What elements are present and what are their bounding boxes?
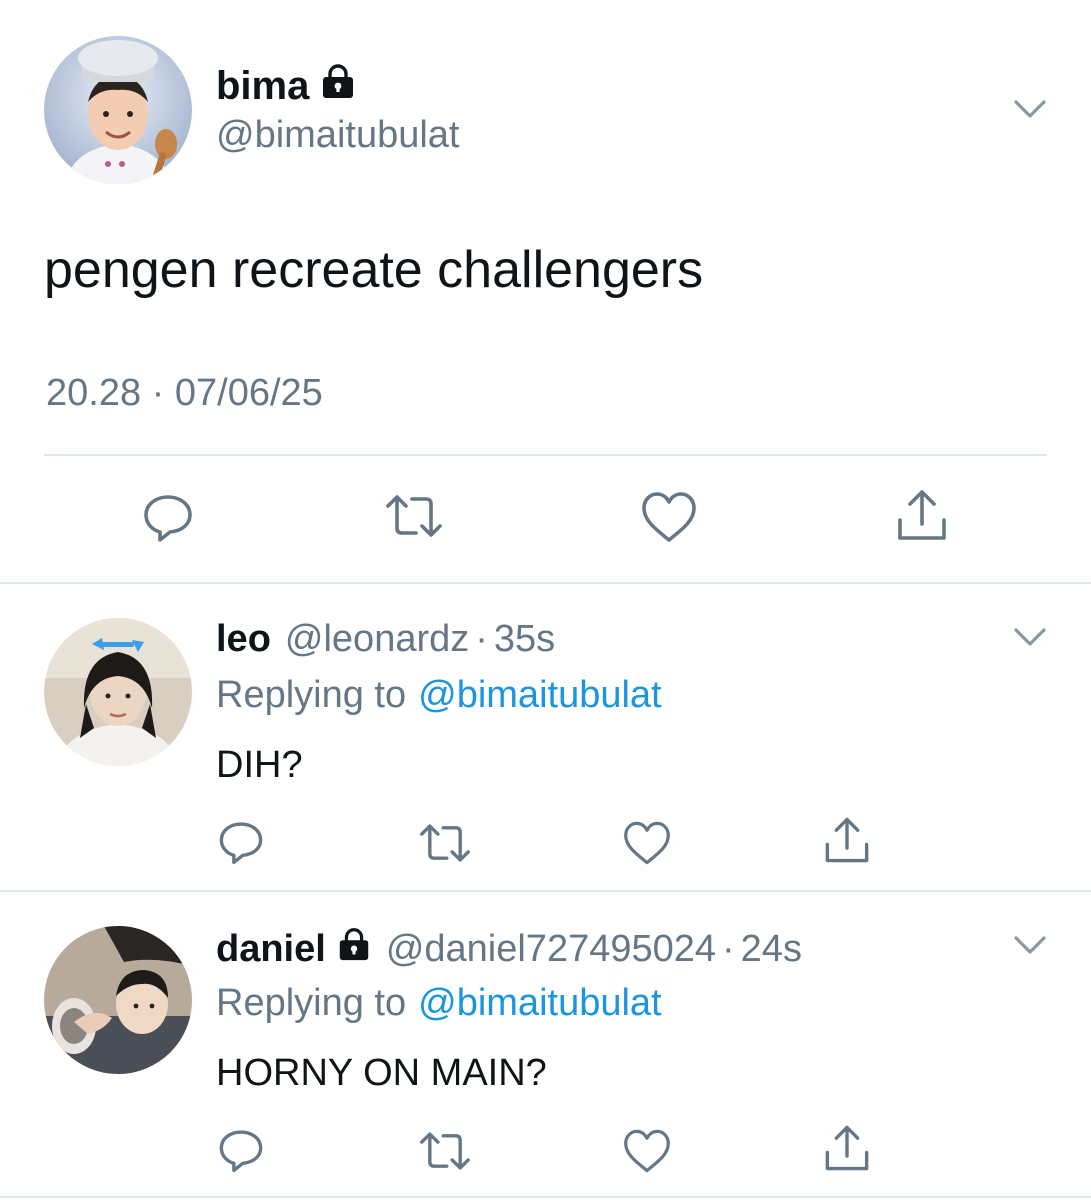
reply-icon [219, 1130, 263, 1173]
share-button[interactable] [822, 814, 872, 866]
like-icon [624, 1129, 670, 1173]
reply-display-name[interactable]: leo [216, 618, 271, 661]
chevron-down-icon[interactable] [1010, 622, 1050, 652]
replying-to-handle[interactable]: @bimaitubulat [418, 982, 661, 1025]
reply-handle[interactable]: @leonardz [285, 618, 469, 661]
share-icon [898, 490, 946, 540]
main-author-line: bima [216, 62, 357, 110]
divider [0, 1196, 1091, 1198]
retweet-button[interactable] [418, 818, 472, 868]
reply-display-name[interactable]: daniel [216, 928, 326, 971]
divider [0, 582, 1091, 584]
avatar-leo[interactable] [44, 618, 192, 766]
reply-text: HORNY ON MAIN? [216, 1052, 547, 1094]
reply-icon [144, 495, 192, 542]
share-button[interactable] [894, 486, 950, 544]
separator-dot: · [722, 927, 735, 970]
like-icon [642, 492, 696, 542]
main-timestamp[interactable]: 20.28 · 07/06/25 [46, 372, 323, 415]
avatar-daniel[interactable] [44, 926, 192, 1074]
replying-to-handle[interactable]: @bimaitubulat [418, 674, 661, 717]
reply-button[interactable] [216, 1124, 266, 1174]
main-handle[interactable]: @bimaitubulat [216, 114, 459, 157]
retweet-icon [420, 1132, 470, 1170]
divider [0, 890, 1091, 892]
like-button[interactable] [640, 490, 698, 544]
replying-to-label: Replying to [216, 674, 407, 716]
like-button[interactable] [622, 1128, 672, 1174]
reply-header: daniel @daniel727495024 · 24s [216, 926, 802, 972]
retweet-button[interactable] [418, 1126, 472, 1176]
replying-to-label: Replying to [216, 982, 407, 1024]
replying-to-line: Replying to @bimaitubulat [216, 982, 662, 1025]
share-icon [825, 1125, 869, 1171]
like-icon [624, 821, 670, 865]
reply-button[interactable] [140, 488, 196, 544]
reply-handle[interactable]: @daniel727495024 [386, 928, 716, 971]
replying-to-line: Replying to @bimaitubulat [216, 674, 662, 717]
reply-header: leo @leonardz · 35s [216, 618, 555, 661]
like-button[interactable] [622, 820, 672, 866]
divider [44, 454, 1047, 456]
share-icon [825, 817, 869, 863]
reply-time[interactable]: 24s [741, 928, 802, 971]
chevron-down-icon[interactable] [1010, 94, 1050, 124]
retweet-icon [420, 824, 470, 862]
reply-time[interactable]: 35s [494, 618, 555, 661]
lock-icon [319, 62, 357, 110]
retweet-icon [386, 495, 442, 537]
main-tweet-text: pengen recreate challengers [44, 241, 704, 299]
retweet-button[interactable] [384, 488, 444, 544]
avatar-bima[interactable] [44, 36, 192, 184]
reply-icon [219, 822, 263, 865]
separator-dot: · [475, 618, 488, 660]
chevron-down-icon[interactable] [1010, 930, 1050, 960]
reply-text: DIH? [216, 744, 303, 786]
share-button[interactable] [822, 1122, 872, 1174]
reply-button[interactable] [216, 816, 266, 866]
main-display-name[interactable]: bima [216, 64, 309, 109]
lock-icon [336, 926, 372, 972]
